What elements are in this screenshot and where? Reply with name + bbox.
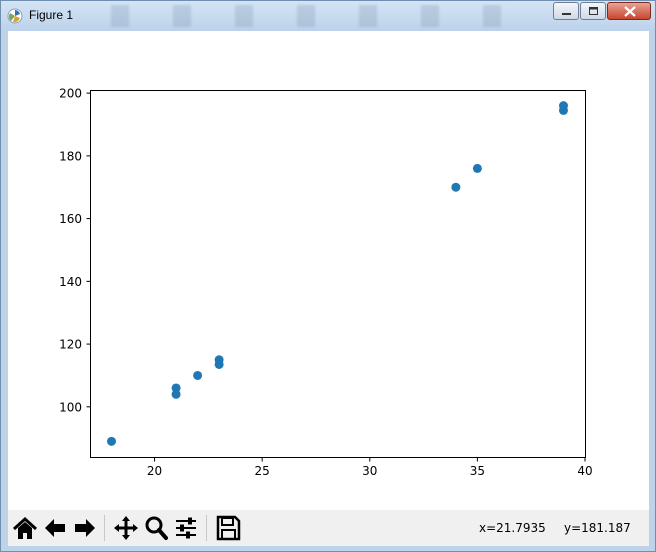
maximize-button[interactable] (580, 2, 606, 20)
y-tick-label: 180 (59, 149, 82, 163)
minimize-icon (562, 13, 571, 15)
zoom-icon (145, 516, 168, 540)
x-coordinate-readout: x=21.7935 (479, 521, 546, 535)
toolbar-separator (104, 515, 105, 541)
forward-arrow-icon (75, 519, 95, 537)
navigation-toolbar: x=21.7935 y=181.187 (8, 510, 649, 546)
back-button[interactable] (41, 514, 69, 542)
scatter-point (193, 370, 203, 380)
x-tick-label: 35 (470, 464, 485, 478)
scatter-point (107, 436, 117, 446)
scatter-point (558, 101, 568, 111)
window-title: Figure 1 (29, 8, 74, 22)
figure-canvas-area: 20 25 30 35 40 100 120 140 160 180 200 x… (8, 31, 649, 546)
figure-window: Figure 1 20 25 30 35 40 100 120 140 160 180 200 (0, 0, 656, 552)
zoom-button[interactable] (142, 514, 170, 542)
save-icon (216, 515, 241, 541)
forward-button[interactable] (71, 514, 99, 542)
pan-icon (114, 516, 138, 540)
scatter-point (214, 355, 224, 365)
close-button[interactable] (607, 2, 651, 20)
toolbar-separator (206, 515, 207, 541)
close-icon (624, 6, 636, 17)
scatter-point (171, 383, 181, 393)
y-tick-label: 100 (59, 400, 82, 414)
minimize-button[interactable] (553, 2, 579, 20)
x-tick-label: 40 (577, 464, 592, 478)
y-tick-label: 200 (59, 87, 82, 101)
maximize-icon (589, 7, 598, 15)
back-arrow-icon (45, 519, 65, 537)
scatter-plot[interactable]: 20 25 30 35 40 100 120 140 160 180 200 (8, 31, 649, 510)
scatter-point (472, 163, 482, 173)
y-tick-label: 140 (59, 275, 82, 289)
plot-axes-frame (90, 90, 586, 458)
scatter-point (451, 182, 461, 192)
y-tick-label: 160 (59, 212, 82, 226)
figure-app-icon (7, 8, 23, 24)
y-tick-label: 120 (59, 338, 82, 352)
title-bar[interactable]: Figure 1 (1, 1, 655, 31)
x-tick-label: 25 (255, 464, 270, 478)
configure-subplots-icon (176, 517, 196, 539)
configure-subplots-button[interactable] (172, 514, 200, 542)
home-button[interactable] (11, 514, 39, 542)
home-icon (12, 516, 38, 539)
y-coordinate-readout: y=181.187 (564, 521, 631, 535)
window-controls (552, 2, 651, 22)
x-tick-label: 20 (147, 464, 162, 478)
blurred-background (81, 5, 541, 27)
save-button[interactable] (214, 514, 242, 542)
x-tick-label: 30 (362, 464, 377, 478)
pan-button[interactable] (112, 514, 140, 542)
